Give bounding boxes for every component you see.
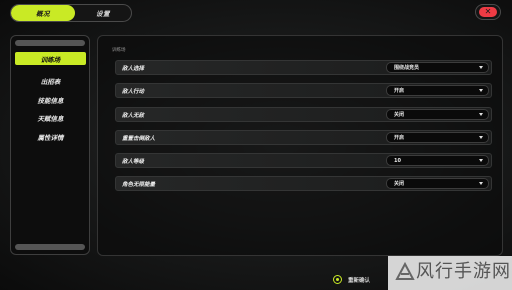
tab-settings[interactable]: 设置	[75, 5, 131, 21]
dropdown-value: 开启	[394, 88, 405, 94]
sidebar-item-talent-info[interactable]: 天赋信息	[15, 111, 86, 124]
tab-label: 概况	[36, 10, 50, 18]
setting-row-reset-downed-enemy: 重置击倒敌人 开启	[115, 130, 492, 145]
watermark: 风行手游网	[388, 256, 512, 290]
enemy-action-dropdown[interactable]: 开启	[386, 85, 489, 96]
setting-label: 敌人行动	[122, 88, 145, 95]
chevron-down-icon	[479, 159, 483, 162]
chevron-down-icon	[479, 136, 483, 139]
setting-row-enemy-level: 敌人等级 10	[115, 153, 492, 168]
chevron-down-icon	[479, 113, 483, 116]
enemy-level-dropdown[interactable]: 10	[386, 155, 489, 166]
close-icon: ✕	[479, 7, 497, 17]
settings-panel: 训练场 敌人选择 围绕战竞员 敌人行动 开启 敌人无敌 关闭 重置击倒敌人 开启…	[97, 35, 503, 256]
controller-button-icon	[333, 275, 342, 284]
enemy-invincible-dropdown[interactable]: 关闭	[386, 109, 489, 120]
confirm-button[interactable]: 重新确认	[333, 275, 370, 284]
sidebar-item-training[interactable]: 训练场	[15, 52, 86, 65]
setting-label: 敌人选择	[122, 65, 145, 72]
dropdown-value: 关闭	[394, 112, 405, 118]
setting-row-enemy-invincible: 敌人无敌 关闭	[115, 107, 492, 122]
sidebar-item-label: 出招表	[40, 77, 61, 86]
confirm-label: 重新确认	[348, 277, 371, 284]
sidebar-item-skill-info[interactable]: 技能信息	[15, 93, 86, 106]
sidebar-item-move-list[interactable]: 出招表	[15, 74, 86, 87]
scroll-down-handle[interactable]	[15, 244, 85, 250]
watermark-logo-icon	[395, 261, 415, 280]
section-title: 训练场	[112, 48, 126, 53]
close-button[interactable]: ✕	[475, 4, 501, 20]
dropdown-value: 围绕战竞员	[394, 65, 420, 71]
infinite-energy-dropdown[interactable]: 关闭	[386, 178, 489, 189]
dropdown-value: 10	[394, 157, 401, 164]
setting-row-infinite-energy: 角色无限能量 关闭	[115, 176, 492, 191]
setting-row-enemy-select: 敌人选择 围绕战竞员	[115, 60, 492, 75]
sidebar-item-label: 技能信息	[37, 96, 64, 105]
setting-label: 敌人无敌	[122, 112, 145, 119]
scroll-up-handle[interactable]	[15, 40, 85, 46]
tab-overview[interactable]: 概况	[11, 5, 75, 21]
chevron-down-icon	[479, 66, 483, 69]
side-menu: 训练场 出招表 技能信息 天赋信息 属性详情	[10, 35, 90, 255]
enemy-select-dropdown[interactable]: 围绕战竞员	[386, 62, 489, 73]
sidebar-item-label: 训练场	[40, 55, 61, 64]
chevron-down-icon	[479, 89, 483, 92]
dropdown-value: 关闭	[394, 181, 405, 187]
setting-label: 角色无限能量	[122, 181, 156, 188]
sidebar-item-label: 属性详情	[37, 133, 64, 142]
top-tab-bar: 概况 设置	[10, 4, 132, 22]
chevron-down-icon	[479, 182, 483, 185]
reset-downed-enemy-dropdown[interactable]: 开启	[386, 132, 489, 143]
sidebar-item-label: 天赋信息	[37, 114, 64, 123]
setting-label: 重置击倒敌人	[122, 135, 156, 142]
setting-label: 敌人等级	[122, 158, 145, 165]
dropdown-value: 开启	[394, 135, 405, 141]
tab-label: 设置	[96, 10, 110, 18]
sidebar-item-attribute-details[interactable]: 属性详情	[15, 130, 86, 143]
watermark-text: 风行手游网	[416, 261, 511, 282]
setting-row-enemy-action: 敌人行动 开启	[115, 83, 492, 98]
